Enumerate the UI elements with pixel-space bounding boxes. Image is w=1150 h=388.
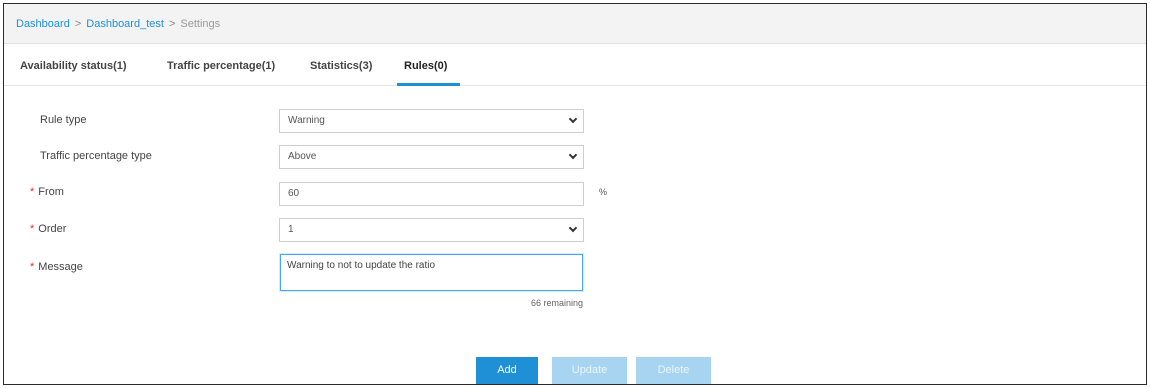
active-tab-indicator [397, 83, 460, 86]
settings-window: Dashboard > Dashboard_test > Settings Av… [3, 3, 1147, 385]
chevron-down-icon [568, 223, 578, 233]
chevron-down-icon [568, 150, 578, 160]
from-value: 60 [288, 188, 300, 199]
tab-bar: Availability status(1) Traffic percentag… [4, 44, 1146, 86]
order-label: * Order [30, 223, 66, 235]
from-label: * From [30, 186, 64, 198]
delete-button[interactable]: Delete [636, 357, 711, 384]
rule-type-label: Rule type [40, 114, 87, 126]
breadcrumb-separator: > [74, 17, 82, 30]
message-textarea[interactable]: Warning to not to update the ratio [280, 254, 583, 291]
message-label: * Message [30, 261, 83, 273]
add-button[interactable]: Add [476, 357, 538, 384]
order-select[interactable]: 1 [279, 218, 584, 242]
breadcrumb-dashboard-link[interactable]: Dashboard [16, 18, 70, 30]
traffic-percentage-type-label: Traffic percentage type [40, 150, 152, 162]
message-label-text: Message [38, 261, 83, 273]
required-marker: * [30, 223, 35, 235]
breadcrumb-separator: > [168, 17, 176, 30]
order-value: 1 [288, 224, 294, 235]
breadcrumb-current-settings: Settings [180, 17, 221, 30]
traffic-percentage-type-select[interactable]: Above [279, 145, 584, 169]
tab-rules[interactable]: Rules(0) [404, 44, 447, 86]
breadcrumb: Dashboard > Dashboard_test > Settings [4, 4, 1146, 44]
breadcrumb-dashboard-test-link[interactable]: Dashboard_test [86, 18, 164, 30]
tab-statistics[interactable]: Statistics(3) [310, 44, 372, 86]
order-label-text: Order [38, 223, 67, 235]
traffic-percentage-type-value: Above [288, 151, 317, 162]
required-marker: * [30, 186, 35, 198]
rule-type-value: Warning [288, 115, 325, 126]
chevron-down-icon [568, 114, 578, 124]
update-button[interactable]: Update [552, 357, 627, 384]
rule-type-select[interactable]: Warning [279, 109, 584, 133]
from-input[interactable]: 60 [279, 182, 584, 206]
required-marker: * [30, 261, 35, 273]
percent-unit: % [599, 187, 608, 197]
message-value: Warning to not to update the ratio [287, 260, 436, 271]
tab-traffic-percentage[interactable]: Traffic percentage(1) [167, 44, 275, 86]
from-label-text: From [38, 186, 64, 198]
tab-availability-status[interactable]: Availability status(1) [20, 44, 127, 86]
message-remaining-count: 66 remaining [531, 298, 584, 308]
